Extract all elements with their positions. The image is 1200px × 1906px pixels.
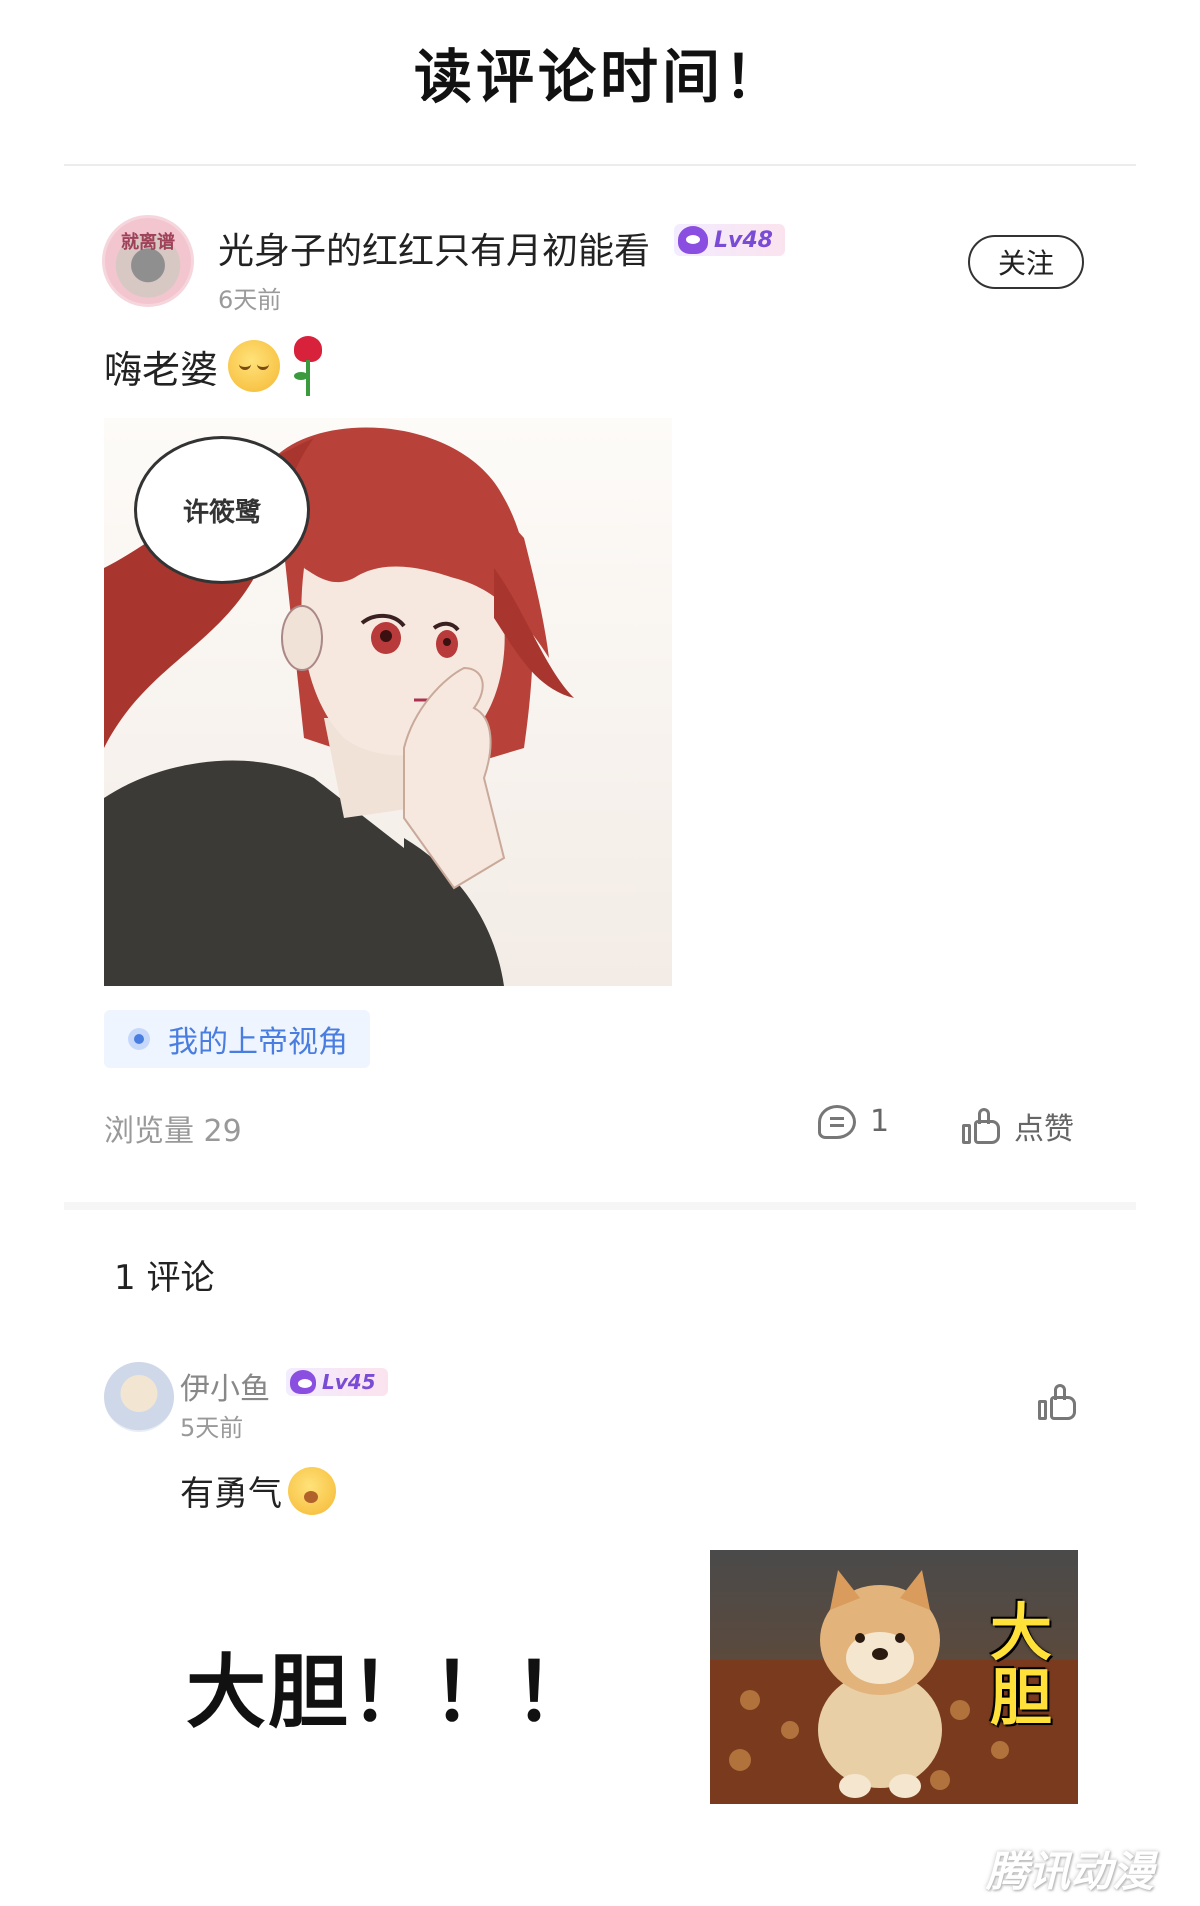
relieved-face-emoji-icon [228,340,281,392]
comment-level-badge: Lv45 [286,1368,388,1396]
speech-bubble: 许筱鹭 [134,436,310,584]
comment-username[interactable]: 伊小鱼 [180,1364,270,1408]
comment-button[interactable]: 1 [818,1104,889,1139]
post-image[interactable]: 许筱鹭 [104,418,672,986]
yawning-face-emoji-icon [288,1466,336,1515]
follow-button[interactable]: 关注 [968,235,1084,289]
post-text: 嗨老婆 [104,336,326,396]
comments-header: 1 评论 [114,1258,215,1298]
post-username[interactable]: 光身子的红红只有月初能看 [218,222,650,274]
post-text-content: 嗨老婆 [104,347,219,392]
topic-label: 我的上帝视角 [168,1025,348,1060]
comment-time: 5天前 [180,1414,244,1442]
comment-text: 有勇气 [180,1466,336,1515]
thumbs-up-icon [962,1108,1000,1144]
avatar[interactable]: 就离谱 [102,215,194,307]
level-badge: Lv48 [674,224,785,256]
sticker-caption: 大胆 [989,1596,1052,1735]
shiba-sticker-image: 大胆 [710,1550,1078,1804]
level-text: Lv48 [714,227,773,253]
comment-count: 1 [870,1104,890,1139]
level-badge-icon [678,226,708,254]
level-badge-icon [290,1370,316,1394]
rose-emoji-icon [290,336,326,396]
comment-text-content: 有勇气 [180,1474,282,1514]
divider [64,164,1136,166]
page-title: 读评论时间！ [413,43,786,111]
reaction-text: 大胆！！！ [186,1646,596,1739]
watermark-logo: 腾讯动漫 [986,1847,1155,1896]
like-button[interactable]: 点赞 [962,1104,1074,1148]
page: 读评论时间！ 就离谱 光身子的红红只有月初能看 Lv48 6天前 关注 嗨老婆 [0,0,1200,1906]
view-count: 浏览量 29 [104,1114,242,1149]
avatar-caption: 就离谱 [121,232,175,253]
topic-dot-icon [128,1028,150,1050]
comment-level-text: Lv45 [322,1370,376,1394]
section-divider [64,1202,1136,1210]
like-label: 点赞 [1014,1112,1074,1147]
topic-tag[interactable]: 我的上帝视角 [104,1010,370,1068]
comment-bubble-icon [818,1104,856,1139]
comment-avatar[interactable] [104,1362,174,1432]
post-time: 6天前 [218,286,282,314]
